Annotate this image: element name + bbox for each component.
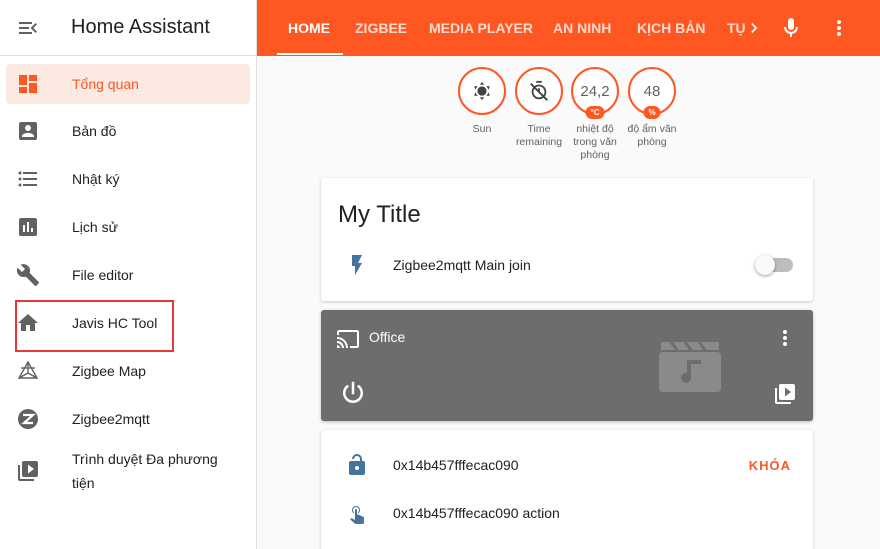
badge-sun[interactable]: Sun bbox=[457, 67, 507, 136]
microphone-icon bbox=[784, 18, 798, 37]
sidebar-item-file-editor[interactable]: File editor bbox=[6, 255, 250, 295]
sidebar-item-media-browser[interactable]: Trình duyệt Đa phương tiện bbox=[6, 447, 250, 495]
sidebar-item-map[interactable]: Bản đồ bbox=[6, 111, 250, 151]
dots-vertical-icon bbox=[783, 330, 787, 346]
entity-name: Zigbee2mqtt Main join bbox=[393, 257, 531, 273]
voice-command-button[interactable] bbox=[777, 0, 805, 56]
sidebar-item-label: Zigbee Map bbox=[72, 363, 146, 379]
badge-label: độ ẩm văn phòng bbox=[627, 123, 677, 148]
entities-card: My Title Zigbee2mqtt Main join bbox=[321, 178, 813, 301]
cast-icon bbox=[337, 330, 359, 348]
active-tab-indicator bbox=[277, 53, 343, 55]
menu-toggle-button[interactable] bbox=[0, 0, 56, 56]
badge-temperature[interactable]: 24,2 °C nhiệt độ trong văn phòng bbox=[570, 67, 620, 162]
badge-label: Sun bbox=[472, 123, 492, 135]
chart-bar-icon bbox=[6, 215, 50, 239]
timer-off-icon bbox=[530, 80, 548, 101]
tab-home[interactable]: HOME bbox=[288, 0, 330, 56]
zigbee-icon bbox=[6, 407, 50, 431]
media-browse-button[interactable] bbox=[773, 382, 797, 406]
sidebar-item-overview[interactable]: Tổng quan bbox=[6, 64, 250, 104]
dots-vertical-icon bbox=[837, 20, 841, 36]
highlight-box bbox=[15, 300, 174, 352]
badge-label: Time remaining bbox=[515, 123, 563, 148]
dashboard-icon bbox=[6, 72, 50, 96]
list-icon bbox=[6, 167, 50, 191]
graph-icon bbox=[6, 359, 50, 383]
badge-unit: °C bbox=[585, 106, 605, 119]
wrench-icon bbox=[6, 263, 50, 287]
sidebar-item-label: Tổng quan bbox=[72, 76, 139, 92]
media-player-name: Office bbox=[369, 329, 406, 345]
app-title: Home Assistant bbox=[71, 16, 210, 38]
entity-row-action[interactable]: 0x14b457fffecac090 action bbox=[321, 493, 813, 533]
top-app-bar: HOME ZIGBEE MEDIA PLAYER AN NINH KỊCH BẢ… bbox=[257, 0, 880, 56]
overflow-menu-button[interactable] bbox=[825, 0, 853, 56]
entity-row-main-join[interactable]: Zigbee2mqtt Main join bbox=[321, 245, 813, 285]
badge-unit: % bbox=[643, 106, 661, 119]
sidebar-item-label: Nhật ký bbox=[72, 171, 120, 187]
gesture-tap-icon bbox=[321, 501, 393, 525]
entity-name: 0x14b457fffecac090 bbox=[393, 457, 519, 473]
main-join-toggle[interactable] bbox=[755, 255, 793, 275]
tab-zigbee[interactable]: ZIGBEE bbox=[355, 0, 407, 56]
badge-value: 48 bbox=[643, 82, 661, 100]
power-button[interactable] bbox=[338, 378, 368, 408]
play-box-icon bbox=[6, 447, 50, 483]
sidebar-header: Home Assistant bbox=[0, 0, 256, 56]
badge-humidity[interactable]: 48 % độ ẩm văn phòng bbox=[627, 67, 677, 149]
tab-kich-ban[interactable]: KỊCH BẢN bbox=[637, 0, 705, 56]
tab-media-player[interactable]: MEDIA PLAYER bbox=[429, 0, 533, 56]
lock-open-icon bbox=[321, 453, 393, 477]
tabs-scroll-right-button[interactable] bbox=[743, 0, 765, 56]
badge-label: nhiệt độ trong văn phòng bbox=[573, 123, 617, 161]
media-control-card: Office bbox=[321, 310, 813, 421]
menu-open-icon bbox=[19, 21, 37, 34]
play-box-multiple-icon bbox=[775, 384, 795, 404]
sidebar-item-label: Trình duyệt Đa phương tiện bbox=[72, 451, 218, 491]
sidebar-item-history[interactable]: Lịch sử bbox=[6, 207, 250, 247]
sidebar-item-label: Lịch sử bbox=[72, 219, 118, 235]
lock-entities-card: 0x14b457fffecac090 KHÓA 0x14b457fffecac0… bbox=[321, 430, 813, 549]
account-box-icon bbox=[6, 119, 50, 143]
card-title: My Title bbox=[338, 201, 421, 228]
sidebar-item-label: File editor bbox=[72, 267, 134, 283]
sidebar-item-zigbee2mqtt[interactable]: Zigbee2mqtt bbox=[6, 399, 250, 439]
sun-icon bbox=[474, 81, 490, 101]
sidebar-item-label: Bản đồ bbox=[72, 123, 117, 139]
tab-an-ninh[interactable]: AN NINH bbox=[553, 0, 611, 56]
entity-name: 0x14b457fffecac090 action bbox=[393, 505, 560, 521]
media-more-button[interactable] bbox=[773, 326, 797, 350]
entity-row-lock[interactable]: 0x14b457fffecac090 KHÓA bbox=[321, 445, 813, 485]
sidebar-item-label: Zigbee2mqtt bbox=[72, 411, 150, 427]
sidebar: Home Assistant Tổng quan Bản đồ Nhật ký … bbox=[0, 0, 257, 549]
power-icon bbox=[343, 381, 363, 403]
movie-music-icon bbox=[659, 341, 721, 392]
flash-icon bbox=[321, 253, 393, 277]
badge-time-remaining[interactable]: Time remaining bbox=[514, 67, 564, 149]
sidebar-item-logbook[interactable]: Nhật ký bbox=[6, 159, 250, 199]
badge-value: 24,2 bbox=[580, 82, 610, 100]
lock-button[interactable]: KHÓA bbox=[749, 458, 791, 473]
sidebar-item-zigbee-map[interactable]: Zigbee Map bbox=[6, 351, 250, 391]
chevron-right-icon bbox=[751, 23, 758, 33]
